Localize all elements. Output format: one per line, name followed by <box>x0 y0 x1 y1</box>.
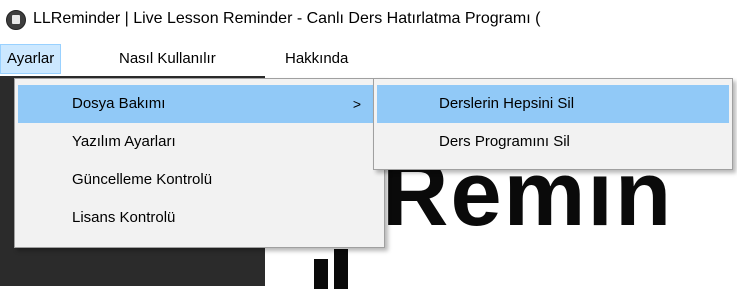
menu-item-guncelleme-kontrolu[interactable]: Güncelleme Kontrolü <box>18 161 381 199</box>
menu-item-yazilim-ayarlari[interactable]: Yazılım Ayarları <box>18 123 381 161</box>
menu-hakkinda[interactable]: Hakkında <box>279 44 354 74</box>
menu-nasil-kullanilir[interactable]: Nasıl Kullanılır <box>113 44 222 74</box>
logo-bars-graphic <box>300 249 360 289</box>
menu-ayarlar[interactable]: Ayarlar <box>0 44 62 74</box>
app-icon <box>6 10 26 30</box>
window-title: LLReminder | Live Lesson Reminder - Canl… <box>33 10 541 27</box>
menu-item-ders-programini-sil[interactable]: Ders Programını Sil <box>377 123 729 161</box>
menu-item-label: Yazılım Ayarları <box>72 133 176 150</box>
dosya-bakimi-submenu: Derslerin Hepsini Sil Ders Programını Si… <box>373 78 733 170</box>
menu-item-label: Lisans Kontrolü <box>72 209 176 226</box>
menu-item-lisans-kontrolu[interactable]: Lisans Kontrolü <box>18 199 381 237</box>
menu-item-derslerin-hepsini-sil[interactable]: Derslerin Hepsini Sil <box>377 85 729 123</box>
menu-item-label: Derslerin Hepsini Sil <box>439 95 575 112</box>
title-bar: LLReminder | Live Lesson Reminder - Canl… <box>0 0 737 40</box>
menu-bar: Ayarlar Nasıl Kullanılır Hakkında <box>0 44 737 74</box>
menu-item-label: Güncelleme Kontrolü <box>72 171 213 188</box>
ayarlar-dropdown-menu: Dosya Bakımı > Yazılım Ayarları Güncelle… <box>14 78 385 248</box>
menu-item-label: Ders Programını Sil <box>439 133 570 150</box>
chevron-right-icon: > <box>352 96 361 112</box>
menu-item-label: Dosya Bakımı <box>72 95 166 112</box>
menu-item-dosya-bakimi[interactable]: Dosya Bakımı > <box>18 85 381 123</box>
